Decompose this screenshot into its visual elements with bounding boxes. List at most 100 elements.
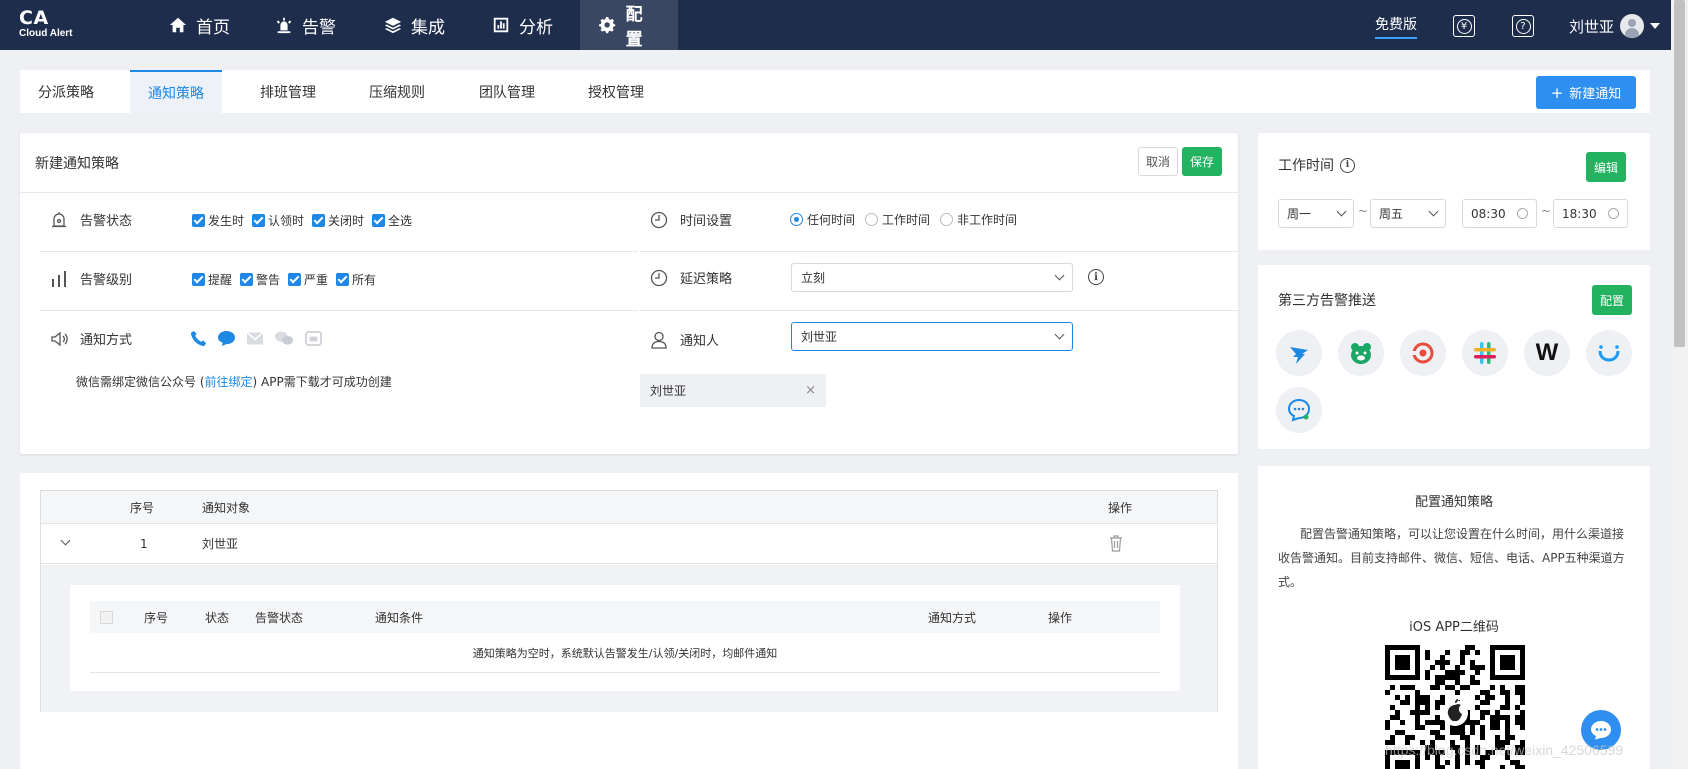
clock-icon	[650, 211, 668, 228]
check-all-level-label: 所有	[352, 273, 377, 287]
plus-icon: +	[1550, 83, 1564, 102]
col-op: 操作	[1108, 500, 1133, 515]
radio-work-time[interactable]: 工作时间	[865, 211, 930, 228]
phone-icon[interactable]	[190, 330, 207, 347]
radio-any-time[interactable]: 任何时间	[790, 211, 855, 228]
smile-icon[interactable]	[1586, 330, 1632, 376]
wechat-icon[interactable]	[274, 330, 294, 347]
scrollbar-thumb[interactable]	[1674, 0, 1685, 347]
edit-worktime-button[interactable]: 编辑	[1586, 152, 1626, 182]
dingtalk-icon[interactable]	[1276, 330, 1322, 376]
alert-status-label: 告警状态	[50, 210, 132, 229]
nav-config[interactable]: 配置	[580, 0, 678, 50]
select-all-checkbox[interactable]	[100, 611, 113, 624]
nav-integration[interactable]: 集成	[365, 0, 464, 50]
alarm-bell-icon	[52, 211, 66, 227]
day-to-value: 周五	[1379, 207, 1404, 221]
row-seq: 1	[140, 536, 148, 551]
tab-team[interactable]: 团队管理	[461, 70, 553, 113]
delay-value: 立刻	[801, 271, 826, 285]
check-remind-label: 提醒	[208, 273, 233, 287]
col-seq: 序号	[130, 500, 155, 515]
w-icon[interactable]: W	[1524, 330, 1570, 376]
new-notify-label: 新建通知	[1569, 87, 1622, 102]
nav-analysis[interactable]: 分析	[473, 0, 572, 50]
slack-icon[interactable]	[1462, 330, 1508, 376]
new-notify-button[interactable]: + 新建通知	[1536, 76, 1636, 109]
time-setting-text: 时间设置	[680, 214, 733, 229]
divider	[20, 192, 1238, 193]
check-severe-label: 严重	[304, 273, 329, 287]
qr-title: iOS APP二维码	[1409, 620, 1499, 635]
nav-home[interactable]: 首页	[150, 0, 249, 50]
notifier-label: 通知人	[650, 330, 719, 349]
col-target: 通知对象	[202, 500, 251, 515]
radio-non-work-time[interactable]: 非工作时间	[940, 211, 1017, 228]
check-occur-label: 发生时	[208, 214, 245, 228]
bear-icon[interactable]	[1338, 330, 1384, 376]
new-strategy-form: 新建通知策略 取消 保存 告警状态 发生时 认领时 关闭时 全选 告警级别 提醒…	[20, 133, 1238, 454]
bar-chart-icon	[493, 17, 509, 33]
check-claim[interactable]: 认领时	[252, 212, 304, 229]
logo-subtext: Cloud Alert	[19, 28, 73, 39]
notify-method-icons	[190, 330, 323, 347]
trash-icon[interactable]	[1109, 535, 1123, 552]
day-from-select[interactable]: 周一	[1278, 199, 1354, 228]
question-icon: ?	[1515, 18, 1531, 34]
note-pre: 微信需绑定微信公众号 (	[76, 375, 205, 389]
wechat-bind-note: 微信需绑定微信公众号 (前往绑定) APP需下载才可成功创建	[76, 373, 392, 390]
expand-chevron-icon[interactable]	[60, 535, 71, 546]
close-icon[interactable]: ×	[805, 383, 816, 398]
note-post: ) APP需下载才可成功创建	[252, 375, 392, 389]
logo-text: CA	[19, 7, 49, 29]
ring-icon[interactable]	[1400, 330, 1446, 376]
check-remind[interactable]: 提醒	[192, 271, 232, 288]
app-icon[interactable]	[304, 330, 323, 347]
tab-schedule[interactable]: 排班管理	[242, 70, 334, 113]
mail-icon[interactable]	[246, 331, 264, 346]
table-row[interactable]: 1 刘世亚	[41, 524, 1217, 564]
page-scrollbar[interactable]	[1671, 0, 1688, 769]
check-warn[interactable]: 警告	[240, 271, 280, 288]
notifier-chip: 刘世亚 ×	[640, 374, 826, 407]
tilde-separator: ~	[1358, 204, 1369, 218]
day-to-select[interactable]: 周五	[1370, 199, 1446, 228]
tab-auth[interactable]: 授权管理	[570, 70, 662, 113]
sub-col-alert-status: 告警状态	[255, 610, 304, 625]
config-third-party-button[interactable]: 配置	[1592, 285, 1632, 315]
sms-icon[interactable]	[217, 330, 236, 347]
w-letter: W	[1535, 339, 1559, 366]
radio-work-time-label: 工作时间	[882, 213, 931, 227]
divider	[40, 310, 638, 311]
check-all-status[interactable]: 全选	[372, 212, 412, 229]
clock-icon	[1517, 208, 1528, 219]
delay-select[interactable]: 立刻	[791, 263, 1073, 292]
time-from-input[interactable]: 08:30	[1462, 199, 1537, 228]
check-close[interactable]: 关闭时	[312, 212, 364, 229]
save-button[interactable]: 保存	[1182, 147, 1222, 176]
chat-bubble-icon[interactable]	[1276, 387, 1322, 433]
check-occur[interactable]: 发生时	[192, 212, 244, 229]
time-to-input[interactable]: 18:30	[1553, 199, 1628, 228]
notifier-select[interactable]: 刘世亚	[791, 322, 1073, 351]
help-button[interactable]: ?	[1512, 15, 1534, 37]
billing-button[interactable]: ¥	[1453, 15, 1475, 37]
cancel-button[interactable]: 取消	[1138, 147, 1178, 176]
tab-compress[interactable]: 压缩规则	[351, 70, 443, 113]
sub-col-cond: 通知条件	[375, 610, 424, 625]
bind-link[interactable]: 前往绑定	[205, 375, 253, 389]
nav-analysis-label: 分析	[519, 17, 553, 38]
nav-alerts[interactable]: 告警	[256, 0, 355, 50]
tab-dispatch[interactable]: 分派策略	[20, 70, 112, 113]
plan-badge[interactable]: 免费版	[1375, 14, 1417, 39]
user-menu[interactable]: 刘世亚	[1569, 14, 1661, 38]
chevron-down-icon	[1428, 206, 1439, 217]
tab-notify[interactable]: 通知策略	[130, 70, 222, 113]
info-icon[interactable]: i	[1340, 157, 1355, 173]
info-icon[interactable]: i	[1088, 269, 1104, 285]
nav-integration-label: 集成	[411, 17, 445, 38]
level-bars-icon	[52, 270, 66, 287]
logo[interactable]: CA Cloud Alert	[19, 8, 73, 40]
check-all-level[interactable]: 所有	[336, 271, 376, 288]
check-severe[interactable]: 严重	[288, 271, 328, 288]
